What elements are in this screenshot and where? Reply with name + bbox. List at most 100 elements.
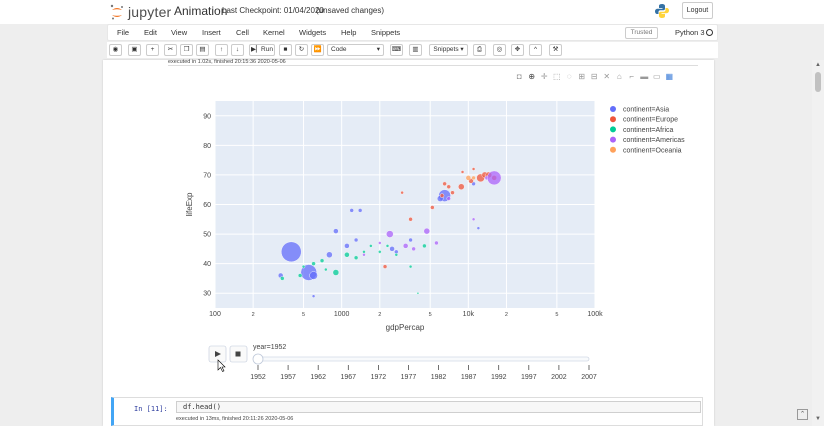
- preview-button[interactable]: ◎: [493, 44, 506, 56]
- fast-forward-icon: ⏩: [313, 46, 322, 53]
- data-point: [446, 196, 451, 201]
- data-point: [430, 205, 435, 210]
- caret-down-icon: ▾: [376, 46, 380, 53]
- move-up-button[interactable]: ↑: [215, 44, 228, 56]
- cell-type-select[interactable]: Code ▾: [327, 44, 384, 56]
- data-point: [353, 237, 359, 243]
- scroll-up-icon[interactable]: ▲: [815, 62, 821, 68]
- scroll-down-icon[interactable]: ▼: [815, 416, 821, 422]
- menu-cell[interactable]: Cell: [236, 28, 249, 37]
- x-tick-label: 2: [252, 312, 255, 318]
- command-palette-button[interactable]: ⌨: [390, 44, 403, 56]
- slider-tick-label: 1982: [431, 374, 447, 381]
- x-tick-label: 2: [505, 312, 508, 318]
- legend-entry: continent=Americas: [623, 137, 685, 144]
- trusted-badge[interactable]: Trusted: [625, 27, 658, 39]
- scatter-chart[interactable]: 100 2 5 1000 2 5 10k 2 5 100k 30 40 50 60 70 80 90 gdpPer…: [103, 60, 714, 395]
- slider-tick-label: 1952: [250, 374, 266, 381]
- data-point: [434, 240, 439, 246]
- data-point: [408, 237, 413, 243]
- data-point: [353, 255, 359, 260]
- snippets-button[interactable]: Snippets ▾: [429, 44, 468, 56]
- page-scrollbar[interactable]: ▲ ▼: [812, 60, 824, 426]
- data-point: [378, 241, 382, 245]
- cell-type-value: Code: [331, 46, 347, 53]
- menu-insert[interactable]: Insert: [202, 28, 221, 37]
- save-icon: ◉: [112, 46, 119, 53]
- stop-icon: ■: [283, 46, 288, 53]
- paste-button[interactable]: ▤: [196, 44, 209, 56]
- slider-handle[interactable]: [252, 353, 264, 365]
- checkpoint-status: Last Checkpoint: 01/04/2020: [222, 6, 324, 15]
- jupyter-logo-text: jupyter: [128, 4, 172, 20]
- cut-button[interactable]: ✂: [164, 44, 177, 56]
- y-tick-label: 60: [203, 202, 211, 209]
- chart-button[interactable]: ▥: [409, 44, 422, 56]
- y-tick-label: 30: [203, 291, 211, 298]
- data-point: [471, 175, 476, 181]
- data-point: [476, 226, 481, 230]
- chevron-up-icon: ⌃: [799, 411, 806, 418]
- menu-edit[interactable]: Edit: [144, 28, 157, 37]
- scroll-to-top-button[interactable]: ⌃: [797, 409, 808, 420]
- copy-button[interactable]: ❐: [180, 44, 193, 56]
- kernel-name: Python 3: [675, 28, 705, 37]
- menu-snippets[interactable]: Snippets: [371, 28, 400, 37]
- run-button[interactable]: ▶▏Run: [249, 44, 275, 56]
- data-point: [458, 183, 465, 190]
- chevron-up-icon: ^: [533, 46, 538, 53]
- slider-tick-label: 1977: [401, 374, 417, 381]
- data-point: [394, 253, 399, 257]
- restart-button[interactable]: ↻: [295, 44, 308, 56]
- refresh-icon: ↻: [298, 46, 305, 53]
- legend-marker: [610, 136, 616, 143]
- jupyter-logo[interactable]: jupyter: [110, 2, 171, 22]
- notebook-container: executed in 1.02s, finished 20:15:36 202…: [103, 59, 714, 426]
- insert-cell-button[interactable]: +: [146, 44, 159, 56]
- cell-code-input[interactable]: df.head(): [176, 401, 701, 413]
- step-forward-icon: ▶▏: [251, 46, 262, 53]
- notebook-name[interactable]: Animation: [174, 4, 227, 18]
- data-point: [486, 170, 502, 186]
- menu-view[interactable]: View: [171, 28, 187, 37]
- data-point: [416, 292, 420, 295]
- interrupt-button[interactable]: ■: [279, 44, 292, 56]
- stop-icon: [235, 351, 241, 357]
- move-down-button[interactable]: ↓: [231, 44, 244, 56]
- scroll-thumb[interactable]: [815, 72, 821, 92]
- data-point: [344, 243, 350, 249]
- checkpoint-button[interactable]: ▣: [128, 44, 141, 56]
- settings-button[interactable]: ⚒: [549, 44, 562, 56]
- x-tick-label: 5: [302, 312, 305, 318]
- caret-down-icon: ▾: [460, 46, 464, 53]
- data-point: [378, 250, 382, 254]
- data-point: [389, 246, 395, 252]
- scroll-up-button[interactable]: ^: [529, 44, 542, 56]
- menu-widgets[interactable]: Widgets: [299, 28, 326, 37]
- save-button[interactable]: ◉: [109, 44, 122, 56]
- x-tick-label: 5: [429, 312, 432, 318]
- data-point: [281, 241, 302, 263]
- restart-run-all-button[interactable]: ⏩: [311, 44, 324, 56]
- data-point: [422, 243, 427, 249]
- code-cell[interactable]: In [11]: df.head() executed in 13ms, fin…: [111, 397, 703, 426]
- x-tick-label: 2: [378, 312, 381, 318]
- menu-file[interactable]: File: [117, 28, 129, 37]
- menu-help[interactable]: Help: [341, 28, 356, 37]
- menu-kernel[interactable]: Kernel: [263, 28, 285, 37]
- slider-tick-label: 1962: [310, 374, 326, 381]
- x-tick-label: 100: [209, 311, 221, 318]
- kernel-idle-icon: [706, 29, 713, 36]
- data-point: [423, 227, 430, 235]
- slider-tick-label: 1987: [461, 374, 477, 381]
- data-point: [400, 190, 404, 195]
- print-button[interactable]: ⎙: [473, 44, 486, 56]
- collapse-button[interactable]: ✥: [511, 44, 524, 56]
- copy-icon: ❐: [183, 46, 190, 53]
- logout-button[interactable]: Logout: [682, 2, 713, 19]
- data-point: [471, 217, 476, 221]
- arrow-down-icon: ↓: [235, 46, 240, 53]
- wrench-icon: ⚒: [552, 46, 559, 53]
- slider-tick-label: 1992: [491, 374, 507, 381]
- data-point: [382, 264, 388, 269]
